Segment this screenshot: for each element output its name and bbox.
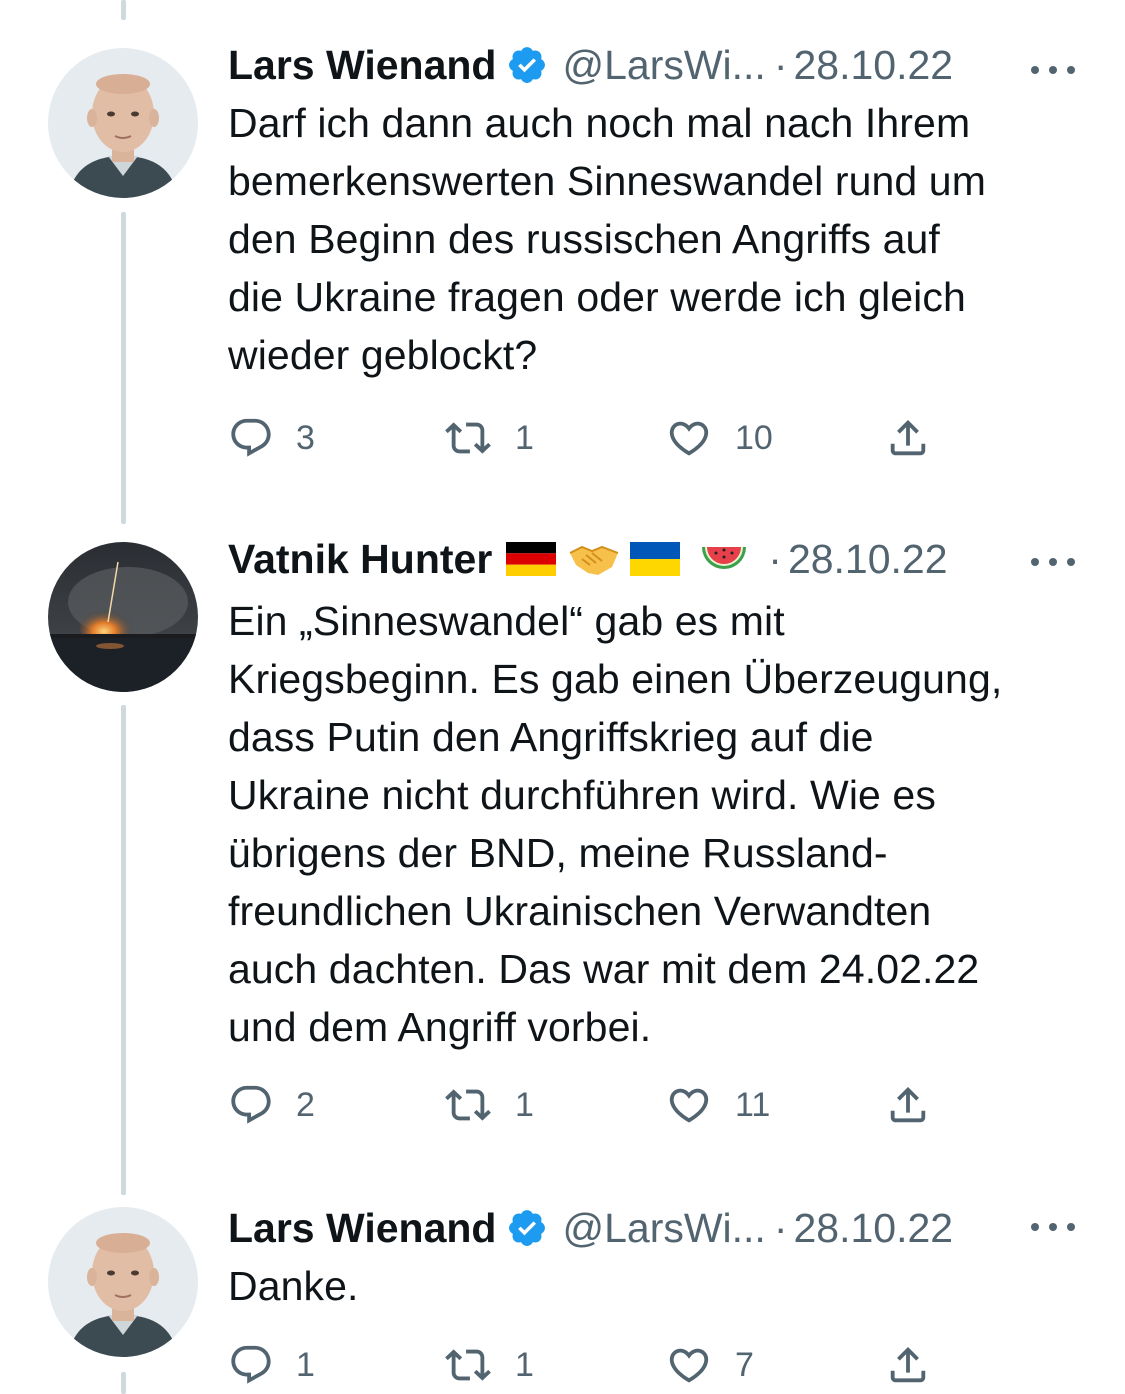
tweet-date[interactable]: 28.10.22 — [793, 1203, 953, 1253]
more-icon[interactable] — [1031, 1202, 1075, 1252]
reply-count: 2 — [296, 1085, 315, 1124]
reply-button[interactable]: 2 — [228, 1080, 315, 1130]
retweet-count: 1 — [515, 418, 534, 457]
thread-line — [121, 212, 126, 524]
reply-count: 3 — [296, 418, 315, 457]
share-icon — [890, 419, 926, 456]
retweet-button[interactable]: 1 — [443, 1340, 534, 1390]
tweet-text: Danke. — [228, 1263, 359, 1309]
retweet-count: 1 — [515, 1085, 534, 1124]
reply-icon — [231, 1345, 271, 1384]
reply-icon — [231, 1085, 271, 1124]
separator-dot: · — [768, 536, 782, 582]
retweet-icon — [445, 1089, 491, 1121]
reply-button[interactable]: 1 — [228, 1340, 315, 1390]
share-button[interactable] — [885, 1080, 931, 1130]
tweet-header: Vatnik Hunter · 28.10.22 — [228, 534, 1088, 584]
avatar[interactable] — [48, 1207, 198, 1357]
verified-badge-icon — [509, 1210, 546, 1246]
share-icon — [890, 1346, 926, 1383]
like-count: 10 — [735, 418, 773, 457]
like-icon — [669, 421, 709, 456]
retweet-icon — [445, 1349, 491, 1381]
retweet-icon — [445, 422, 491, 454]
retweet-count: 1 — [515, 1345, 534, 1384]
share-button[interactable] — [885, 413, 931, 463]
tweet-content: Lars Wienand @LarsWi... · 28.10.22 Darf … — [228, 40, 1088, 384]
tweet-actions: 2 1 11 — [228, 1080, 948, 1130]
reply-count: 1 — [296, 1345, 315, 1384]
handshake-icon — [569, 545, 619, 575]
thread-line — [121, 1372, 126, 1394]
like-icon — [669, 1348, 709, 1383]
reply-icon — [231, 418, 271, 457]
tweet-text: Ein „Sinneswandel“ gab es mit Kriegsbegi… — [228, 598, 1003, 1050]
like-count: 11 — [735, 1085, 771, 1124]
like-icon — [669, 1088, 709, 1123]
thread-line — [121, 705, 126, 1195]
retweet-button[interactable]: 1 — [443, 1080, 534, 1130]
germany-flag-icon — [506, 542, 557, 576]
like-button[interactable]: 10 — [665, 413, 773, 463]
reply-button[interactable]: 3 — [228, 413, 315, 463]
tweet-date[interactable]: 28.10.22 — [793, 40, 953, 90]
author-name[interactable]: Lars Wienand — [228, 40, 496, 90]
thread: Lars Wienand @LarsWi... · 28.10.22 Darf … — [0, 0, 1125, 1394]
author-name[interactable]: Lars Wienand — [228, 1203, 496, 1253]
like-button[interactable]: 7 — [665, 1340, 754, 1390]
share-icon — [890, 1086, 926, 1123]
verified-badge-icon — [509, 47, 546, 83]
tweet-text: Darf ich dann auch noch mal nach Ihrem b… — [228, 100, 986, 378]
share-button[interactable] — [885, 1340, 931, 1390]
tweet-actions: 3 1 10 — [228, 413, 948, 463]
author-name[interactable]: Vatnik Hunter — [228, 534, 492, 584]
separator-dot: · — [773, 42, 788, 88]
like-button[interactable]: 11 — [665, 1080, 770, 1130]
tweet-actions: 1 1 7 — [228, 1340, 948, 1390]
tweet-content: Vatnik Hunter · 28.10.22 Ein „Sinneswand… — [228, 534, 1088, 1056]
retweet-button[interactable]: 1 — [443, 413, 534, 463]
thread-line — [121, 0, 126, 20]
tweet-header: Lars Wienand @LarsWi... · 28.10.22 — [228, 40, 1088, 90]
name-emojis — [506, 539, 760, 579]
avatar[interactable] — [48, 48, 198, 198]
tweet-header: Lars Wienand @LarsWi... · 28.10.22 — [228, 1203, 1088, 1253]
more-icon[interactable] — [1031, 537, 1075, 587]
author-handle[interactable]: @LarsWi... — [562, 1203, 765, 1253]
separator-dot: · — [773, 1205, 788, 1251]
tweet-content: Lars Wienand @LarsWi... · 28.10.22 Danke… — [228, 1203, 1088, 1315]
ukraine-flag-icon — [630, 542, 681, 576]
like-count: 7 — [735, 1345, 754, 1384]
more-icon[interactable] — [1031, 45, 1075, 95]
author-handle[interactable]: @LarsWi... — [562, 40, 765, 90]
tweet-date[interactable]: 28.10.22 — [788, 534, 948, 584]
watermelon-icon — [702, 547, 747, 569]
avatar[interactable] — [48, 542, 198, 692]
